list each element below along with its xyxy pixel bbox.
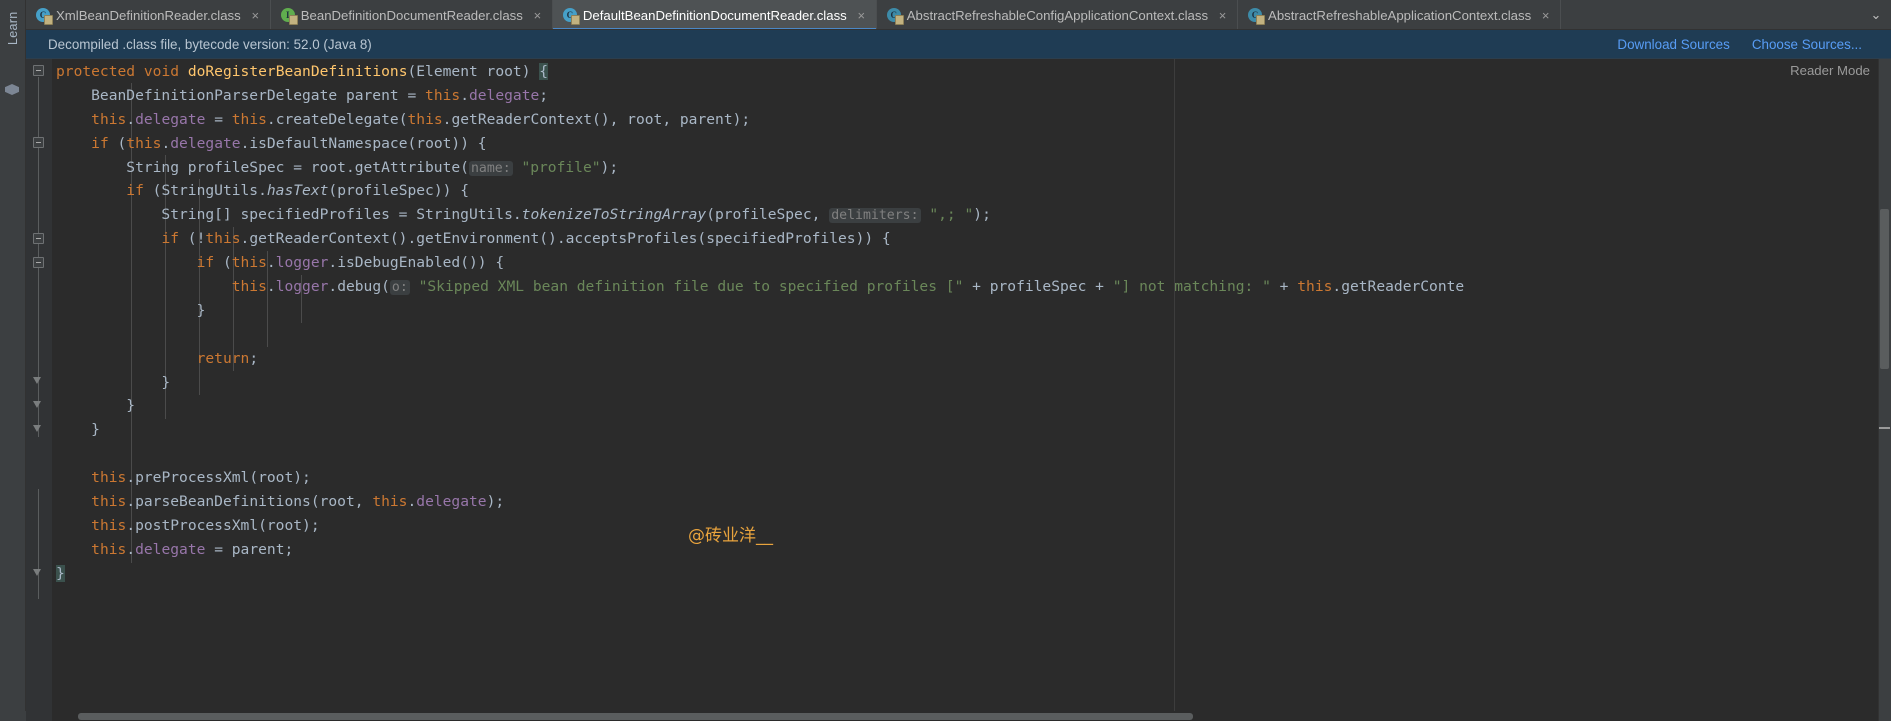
editor-tab-label: DefaultBeanDefinitionDocumentReader.clas… bbox=[582, 7, 847, 23]
param-hint-o: o: bbox=[389, 280, 410, 296]
code-line: String[] specifiedProfiles = StringUtils… bbox=[56, 206, 991, 224]
code-line: this.logger.debug(o: "Skipped XML bean d… bbox=[231, 278, 1465, 296]
left-tool-strip[interactable]: Learn bbox=[0, 0, 26, 721]
java-class-icon: C bbox=[1248, 8, 1266, 25]
fold-marker[interactable] bbox=[33, 257, 44, 268]
editor-tab-4[interactable]: C AbstractRefreshableApplicationContext.… bbox=[1238, 0, 1562, 29]
code-line: if (!this.getReaderContext().getEnvironm… bbox=[161, 230, 891, 248]
fold-marker[interactable] bbox=[33, 65, 44, 76]
fold-collapse-icon[interactable] bbox=[33, 401, 42, 411]
editor-tab-0[interactable]: C XmlBeanDefinitionReader.class × bbox=[26, 0, 271, 29]
scroll-marker bbox=[1879, 427, 1890, 429]
editor-tab-label: AbstractRefreshableConfigApplicationCont… bbox=[906, 7, 1209, 23]
tab-close-icon[interactable]: × bbox=[1217, 9, 1228, 22]
learn-tool-label[interactable]: Learn bbox=[0, 6, 26, 126]
code-line: this.parseBeanDefinitions(root, this.del… bbox=[91, 493, 505, 511]
editor-tab-3[interactable]: C AbstractRefreshableConfigApplicationCo… bbox=[876, 0, 1239, 29]
fold-marker[interactable] bbox=[33, 233, 44, 244]
code-line: protected void doRegisterBeanDefinitions… bbox=[56, 63, 549, 80]
code-line: } bbox=[56, 397, 136, 415]
editor-area: protected void doRegisterBeanDefinitions… bbox=[26, 59, 1891, 721]
scrollbar-thumb[interactable] bbox=[1880, 209, 1889, 369]
left-strip-bottom-filler bbox=[0, 711, 26, 721]
download-sources-link[interactable]: Download Sources bbox=[1617, 37, 1729, 52]
scrollbar-thumb-horizontal[interactable] bbox=[78, 713, 1193, 720]
java-interface-icon: I bbox=[280, 8, 298, 25]
editor-tab-1[interactable]: I BeanDefinitionDocumentReader.class × bbox=[270, 0, 553, 29]
decompiled-notification-bar: Decompiled .class file, bytecode version… bbox=[26, 30, 1891, 59]
ide-window: Learn C XmlBeanDefinitionReader.class × … bbox=[0, 0, 1891, 721]
code-line: } bbox=[56, 301, 206, 319]
editor-gutter[interactable] bbox=[26, 59, 52, 721]
tab-close-icon[interactable]: × bbox=[1540, 9, 1551, 22]
editor-tab-label: XmlBeanDefinitionReader.class bbox=[56, 7, 241, 23]
editor-tab-label: AbstractRefreshableApplicationContext.cl… bbox=[1268, 7, 1532, 23]
java-class-icon: C bbox=[562, 8, 580, 25]
editor-scrollbar-vertical[interactable] bbox=[1878, 59, 1891, 721]
code-line: } bbox=[56, 421, 100, 439]
fold-marker[interactable] bbox=[33, 137, 44, 148]
code-line: this.preProcessXml(root); bbox=[91, 469, 311, 487]
tab-close-icon[interactable]: × bbox=[856, 9, 867, 22]
chevron-down-icon[interactable]: ⌄ bbox=[1861, 0, 1891, 29]
code-line: BeanDefinitionParserDelegate parent = th… bbox=[56, 86, 549, 104]
code-line: if (StringUtils.hasText(profileSpec)) { bbox=[126, 182, 469, 200]
source-code[interactable]: protected void doRegisterBeanDefinitions… bbox=[52, 59, 1464, 586]
code-line: if (this.delegate.isDefaultNamespace(roo… bbox=[91, 134, 487, 152]
code-line: } bbox=[56, 564, 65, 582]
editor-scrollbar-horizontal[interactable] bbox=[78, 711, 1878, 721]
code-line: if (this.logger.isDebugEnabled()) { bbox=[196, 254, 505, 272]
editor-tab-label: BeanDefinitionDocumentReader.class bbox=[300, 7, 523, 23]
code-line: this.delegate = this.createDelegate(this… bbox=[91, 110, 751, 128]
code-line: String profileSpec = root.getAttribute(n… bbox=[56, 158, 619, 176]
code-viewport[interactable]: protected void doRegisterBeanDefinitions… bbox=[52, 59, 1891, 721]
fold-collapse-icon[interactable] bbox=[33, 425, 42, 435]
param-hint-delimiters: delimiters: bbox=[829, 208, 921, 224]
editor-tab-2[interactable]: C DefaultBeanDefinitionDocumentReader.cl… bbox=[552, 0, 877, 29]
watermark-text: @砖业洋__ bbox=[688, 526, 773, 546]
code-line: } bbox=[56, 373, 171, 391]
cube-icon[interactable] bbox=[5, 84, 20, 98]
tab-close-icon[interactable]: × bbox=[250, 9, 261, 22]
java-class-icon: C bbox=[36, 8, 53, 25]
param-hint-name: name: bbox=[468, 160, 513, 176]
fold-collapse-icon[interactable] bbox=[33, 569, 42, 579]
choose-sources-link[interactable]: Choose Sources... bbox=[1752, 37, 1862, 52]
java-class-icon: C bbox=[886, 8, 904, 25]
notification-message: Decompiled .class file, bytecode version… bbox=[48, 36, 372, 52]
code-line: return; bbox=[196, 349, 259, 367]
tab-close-icon[interactable]: × bbox=[532, 9, 543, 22]
reader-mode-label[interactable]: Reader Mode bbox=[1790, 63, 1870, 78]
editor-tab-bar[interactable]: C XmlBeanDefinitionReader.class × I Bean… bbox=[26, 0, 1891, 30]
fold-collapse-icon[interactable] bbox=[33, 377, 42, 387]
